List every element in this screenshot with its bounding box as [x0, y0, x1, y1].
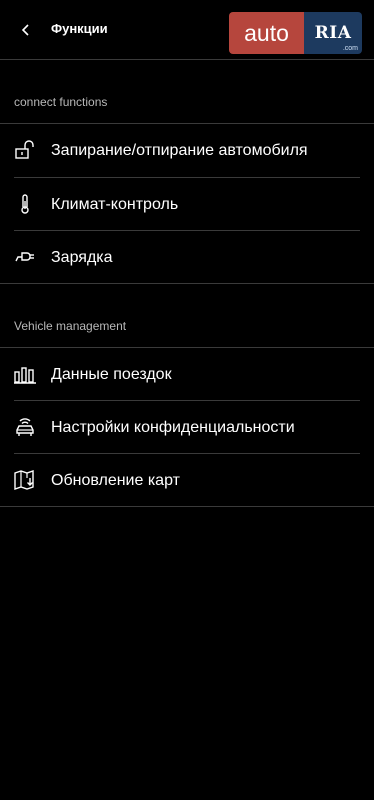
privacy-car-icon	[13, 415, 37, 439]
app-header: Функции auto RIA .com	[0, 0, 374, 60]
list-item-map-update[interactable]: Обновление карт	[0, 454, 374, 507]
list-item-label: Обновление карт	[51, 472, 180, 489]
section-header-vehicle-management: Vehicle management	[14, 319, 127, 333]
divider	[0, 283, 374, 284]
autoria-watermark: auto RIA .com	[229, 12, 362, 54]
list-item-privacy-settings[interactable]: Настройки конфиденциальности	[0, 401, 374, 454]
list-item-label: Настройки конфиденциальности	[51, 419, 295, 436]
list-item-trip-data[interactable]: Данные поездок	[0, 348, 374, 401]
thermometer-icon	[13, 192, 37, 216]
list-item-label: Данные поездок	[51, 366, 172, 383]
list-item-label: Зарядка	[51, 249, 113, 266]
charging-plug-icon	[13, 245, 37, 269]
section-header-connect-functions: connect functions	[14, 95, 108, 109]
page-title: Функции	[51, 21, 108, 36]
list-item-label: Запирание/отпирание автомобиля	[51, 142, 308, 159]
watermark-auto: auto	[229, 12, 304, 54]
watermark-ria-box: RIA .com	[304, 12, 362, 54]
list-item-lock-unlock[interactable]: Запирание/отпирание автомобиля	[0, 124, 374, 177]
list-item-label: Климат-контроль	[51, 196, 179, 213]
divider	[0, 506, 374, 507]
list-item-charging[interactable]: Зарядка	[0, 231, 374, 284]
chevron-left-icon	[21, 24, 29, 36]
unlock-icon	[13, 138, 37, 162]
watermark-com: .com	[342, 45, 358, 52]
back-button[interactable]	[14, 18, 38, 42]
watermark-ria: RIA	[314, 23, 352, 43]
list-item-climate-control[interactable]: Климат-контроль	[0, 178, 374, 231]
trip-data-icon	[13, 362, 37, 386]
map-update-icon	[13, 468, 37, 492]
